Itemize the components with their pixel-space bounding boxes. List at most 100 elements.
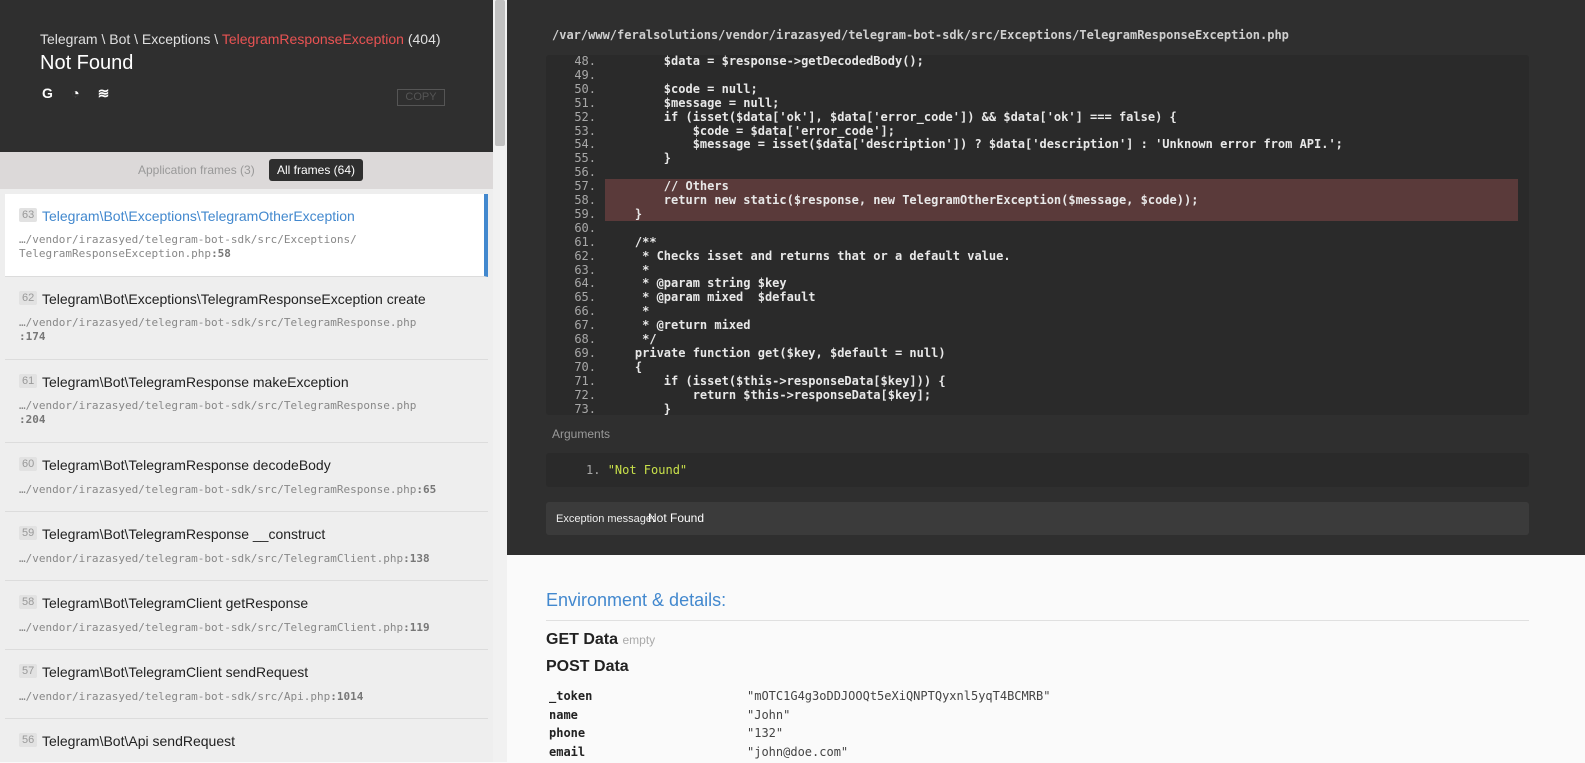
code-line: 56. [546, 165, 1529, 179]
environment-section: Environment & details: GET Data empty PO… [507, 555, 1585, 762]
frame-line: :1014 [330, 690, 364, 703]
code-line: 55. } [546, 151, 1529, 165]
post-data-heading: POST Data [546, 658, 629, 675]
code-line: 58. return new static($response, new Tel… [574, 193, 1518, 207]
divider [546, 620, 1529, 621]
line-code: * @param string $key [606, 276, 787, 291]
frame-path-part: …/vendor/irazasyed/telegram-bot-sdk/src/… [19, 483, 417, 496]
frame-class: Telegram\Bot\TelegramResponse decodeBody [42, 457, 331, 473]
code-line: 51. $message = null; [546, 96, 1529, 110]
code-panel: /var/www/feralsolutions/vendor/irazasyed… [507, 0, 1585, 555]
frame-number: 57 [19, 664, 38, 678]
code-line: 65. * @param mixed $default [546, 290, 1529, 304]
argument-number: 1. [586, 463, 601, 477]
tab-application-frames[interactable]: Application frames (3) [138, 163, 255, 177]
code-line: 59. } [574, 206, 1518, 221]
line-number: 49. [574, 67, 596, 82]
line-number: 64. [574, 276, 596, 291]
line-number: 66. [574, 304, 596, 319]
frame-number: 60 [19, 457, 38, 471]
code-line: 52. if (isset($data['ok'], $data['error_… [546, 110, 1529, 124]
line-number: 63. [574, 262, 596, 277]
code-line: 69. private function get($key, $default … [546, 346, 1529, 360]
code-line: 72. return $this->responseData[$key]; [546, 388, 1529, 402]
line-code: $message = isset($data['description']) ?… [606, 137, 1343, 152]
post-key: email [549, 744, 586, 759]
line-number: 60. [574, 220, 596, 235]
frame-item[interactable]: 57 Telegram\Bot\TelegramClient sendReques… [5, 650, 488, 719]
copy-button[interactable]: COPY [397, 89, 445, 106]
duckduckgo-search-icon[interactable]: ◔ [68, 86, 83, 101]
code-line: 73. } [546, 402, 1529, 416]
frame-number: 59 [19, 526, 38, 540]
line-code: * Checks isset and returns that or a def… [606, 248, 1011, 263]
frame-item[interactable]: 58 Telegram\Bot\TelegramClient getRespons… [5, 581, 488, 650]
frame-path: …/vendor/irazasyed/telegram-bot-sdk/src/… [19, 399, 416, 427]
arguments-block: 1. "Not Found" [546, 453, 1529, 487]
frame-path-part: …/vendor/irazasyed/telegram-bot-sdk/src/… [19, 621, 404, 634]
code-line: 67. * @return mixed [546, 318, 1529, 332]
status-code: (404) [407, 31, 441, 47]
line-number: 58. [574, 193, 596, 207]
frame-line: :65 [416, 483, 437, 496]
code-line: 70. { [546, 360, 1529, 374]
code-line: 49. [546, 68, 1529, 82]
frame-item[interactable]: 62 Telegram\Bot\Exceptions\TelegramRespon… [5, 277, 488, 360]
frame-line: :138 [403, 552, 430, 565]
post-value: "john@doe.com" [747, 744, 849, 759]
exception-class-name: TelegramResponseException [221, 31, 404, 47]
code-line: 62. * Checks isset and returns that or a… [546, 249, 1529, 263]
line-number: 50. [574, 81, 596, 96]
frame-list: 63 Telegram\Bot\Exceptions\TelegramOtherE… [5, 194, 488, 762]
code-line: 53. $code = $data['error_code']; [546, 124, 1529, 138]
post-key: _token [549, 689, 593, 703]
line-code: $data = $response->getDecodedBody(); [606, 55, 924, 68]
frame-path: …/vendor/irazasyed/telegram-bot-sdk/src/… [19, 483, 436, 497]
frame-path: …/vendor/irazasyed/telegram-bot-sdk/src/… [19, 621, 430, 635]
line-number: 59. [574, 206, 596, 221]
code-line: 68. */ [546, 332, 1529, 346]
scrollbar-thumb[interactable] [495, 0, 505, 146]
line-code: if (isset($data['ok'], $data['error_code… [606, 109, 1177, 124]
frame-class: Telegram\Bot\TelegramClient getResponse [42, 595, 309, 611]
google-search-icon[interactable]: G [40, 86, 55, 101]
line-code: } [606, 401, 672, 416]
line-number: 52. [574, 109, 596, 124]
frame-item[interactable]: 59 Telegram\Bot\TelegramResponse __constr… [5, 512, 488, 581]
line-code: if (isset($this->responseData[$key])) { [606, 373, 946, 388]
frames-panel: Telegram \ Bot \ Exceptions \ TelegramRe… [0, 0, 493, 762]
frame-class: Telegram\Bot\Api sendRequest [42, 733, 235, 749]
line-number: 71. [574, 373, 596, 388]
line-code: * @return mixed [606, 318, 751, 333]
frame-number: 58 [19, 595, 38, 609]
frame-path-part: …/vendor/irazasyed/telegram-bot-sdk/src/… [19, 233, 357, 246]
frame-number: 62 [19, 291, 38, 305]
frame-path-part: …/vendor/irazasyed/telegram-bot-sdk/src/… [19, 690, 331, 703]
line-code: } [606, 151, 672, 166]
line-code: $message = null; [606, 95, 780, 110]
frame-item[interactable]: 61 Telegram\Bot\TelegramResponse makeExce… [5, 360, 488, 443]
line-number: 62. [574, 248, 596, 263]
frame-class: Telegram\Bot\Exceptions\TelegramOtherExc… [42, 208, 355, 224]
line-number: 61. [574, 234, 596, 249]
search-links: G ◔ ≋ [40, 86, 111, 101]
post-value: "mOTC1G4g3oDDJOOQt5eXiQNPTQyxnl5yqT4BCMR… [747, 689, 1051, 703]
tab-all-frames[interactable]: All frames (64) [269, 159, 364, 181]
frame-number: 56 [19, 733, 38, 747]
frame-item[interactable]: 56 Telegram\Bot\Api sendRequest [5, 719, 488, 762]
post-key: name [549, 707, 578, 722]
code-line: 63. * [546, 263, 1529, 277]
get-data-empty: empty [622, 633, 656, 647]
frame-path: …/vendor/irazasyed/telegram-bot-sdk/src/… [19, 552, 430, 566]
line-code: { [606, 359, 643, 374]
argument-value: "Not Found" [607, 463, 688, 477]
frame-path: …/vendor/irazasyed/telegram-bot-sdk/src/… [19, 233, 357, 261]
frame-line: :174 [19, 330, 46, 343]
frame-path-file: TelegramResponseException.php [19, 247, 212, 260]
post-value: "John" [747, 707, 791, 722]
frame-path-part: …/vendor/irazasyed/telegram-bot-sdk/src/… [19, 552, 404, 565]
frame-item[interactable]: 60 Telegram\Bot\TelegramResponse decodeBo… [5, 443, 488, 512]
line-code: return new static($response, new Telegra… [606, 193, 1199, 207]
stackoverflow-search-icon[interactable]: ≋ [96, 86, 111, 101]
frame-item[interactable]: 63 Telegram\Bot\Exceptions\TelegramOtherE… [5, 194, 488, 277]
